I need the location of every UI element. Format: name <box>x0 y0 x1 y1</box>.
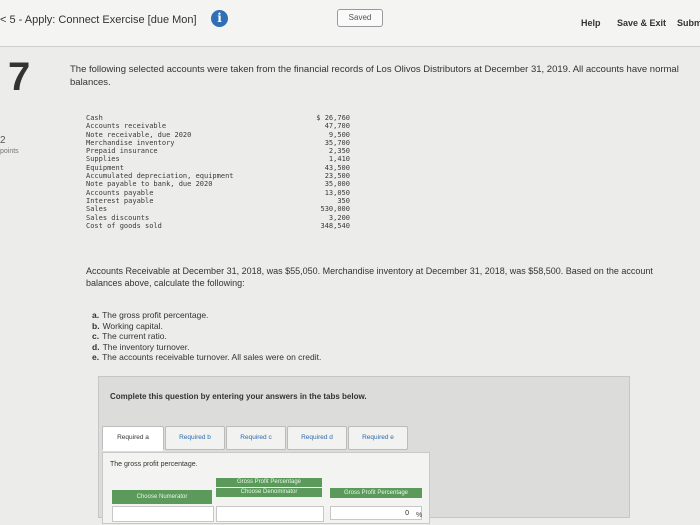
account-row: Accounts payable 13,050 <box>86 189 350 197</box>
tab-required-c[interactable]: Required c <box>226 426 286 450</box>
account-name: Accumulated depreciation, equipment <box>86 172 234 181</box>
question-intro: The following selected accounts were tak… <box>70 64 679 88</box>
requirement-text: The current ratio. <box>102 331 167 341</box>
assignment-breadcrumb[interactable]: < 5 - Apply: Connect Exercise [due Mon] <box>0 14 197 26</box>
account-row: Note receivable, due 2020 9,500 <box>86 131 350 139</box>
accounts-table: Cash $ 26,760 Accounts receivable 47,700 Not… <box>86 114 350 230</box>
save-exit-link[interactable]: Save & Exit <box>617 18 666 28</box>
submit-link[interactable]: Subm <box>677 18 700 28</box>
requirements-list: a. The gross profit percentage. b. Working … <box>92 310 512 363</box>
info-icon[interactable]: i <box>211 10 228 27</box>
account-row: Accounts receivable 47,700 <box>86 122 350 130</box>
account-amount: 530,000 <box>320 205 350 214</box>
tab-required-b[interactable]: Required b <box>165 426 225 450</box>
saved-status-badge: Saved <box>337 9 383 27</box>
requirement-letter: b. <box>92 320 100 331</box>
gross-profit-percentage-header: Gross Profit Percentage <box>330 488 422 498</box>
tab-required-e[interactable]: Required e <box>348 426 408 450</box>
account-name: Cost of goods sold <box>86 221 162 230</box>
gross-profit-header: Gross Profit Percentage <box>216 478 322 487</box>
gross-profit-percentage-result: 0 <box>330 506 422 520</box>
percent-sign: % <box>416 512 423 519</box>
account-row: Note payable to bank, due 2020 35,000 <box>86 180 350 188</box>
account-amount: $ 26,760 <box>316 114 350 122</box>
account-name: Accounts payable <box>86 188 154 197</box>
account-row: Equipment 43,500 <box>86 164 350 172</box>
points-value: 2 <box>0 135 6 146</box>
requirement-letter: e. <box>92 352 100 362</box>
account-amount: 47,700 <box>324 122 350 131</box>
requirement-item: b. Working capital. <box>92 321 512 332</box>
account-name: Merchandise inventory <box>86 138 175 147</box>
account-name: Sales <box>86 205 108 214</box>
help-link[interactable]: Help <box>581 18 601 28</box>
requirement-letter: d. <box>92 341 100 352</box>
points-label: points <box>0 148 19 155</box>
account-row: Supplies 1,410 <box>86 155 350 163</box>
account-row: Prepaid insurance 2,350 <box>86 147 350 155</box>
account-name: Sales discounts <box>86 213 150 222</box>
account-name: Supplies <box>86 155 120 164</box>
top-bar: < 5 - Apply: Connect Exercise [due Mon] … <box>0 0 700 47</box>
requirement-item: e. The accounts receivable turnover. All … <box>92 352 512 363</box>
requirement-text: The gross profit percentage. <box>102 310 209 320</box>
question-paragraph: Accounts Receivable at December 31, 2018… <box>86 266 653 288</box>
panel-instruction: Complete this question by entering your … <box>110 392 367 401</box>
account-row: Cash $ 26,760 <box>86 114 350 122</box>
account-amount: 1,410 <box>328 155 350 164</box>
tab-required-d[interactable]: Required d <box>287 426 347 450</box>
answer-label: The gross profit percentage. <box>110 461 198 468</box>
account-amount: 348,540 <box>320 221 350 230</box>
account-name: Cash <box>86 114 103 122</box>
account-amount: 23,500 <box>324 172 350 181</box>
account-amount: 43,500 <box>324 163 350 172</box>
requirement-item: d. The inventory turnover. <box>92 342 512 353</box>
requirement-item: c. The current ratio. <box>92 331 512 342</box>
choose-denominator-select[interactable]: Choose Denominator <box>216 488 322 497</box>
tab-required-a[interactable]: Required a <box>102 426 164 451</box>
account-name: Accounts receivable <box>86 122 167 131</box>
account-amount: 350 <box>337 196 350 205</box>
requirement-text: The inventory turnover. <box>102 341 190 352</box>
account-amount: 13,050 <box>324 188 350 197</box>
account-amount: 9,500 <box>328 130 350 139</box>
account-row: Accumulated depreciation, equipment 23,50… <box>86 172 350 180</box>
requirement-letter: c. <box>92 331 100 341</box>
account-row: Sales 530,000 <box>86 205 350 213</box>
account-amount: 3,200 <box>328 213 350 222</box>
requirement-letter: a. <box>92 310 100 320</box>
account-name: Equipment <box>86 163 124 172</box>
account-name: Interest payable <box>86 196 154 205</box>
requirement-item: a. The gross profit percentage. <box>92 310 512 321</box>
account-amount: 35,700 <box>324 138 350 147</box>
account-row: Sales discounts 3,200 <box>86 214 350 222</box>
account-row: Cost of goods sold 348,540 <box>86 222 350 230</box>
account-name: Prepaid insurance <box>86 147 158 156</box>
requirement-text: Working capital. <box>102 320 163 331</box>
account-amount: 35,000 <box>324 180 350 189</box>
question-number: 7 <box>8 55 31 99</box>
account-name: Note receivable, due 2020 <box>86 130 192 139</box>
choose-numerator-select[interactable]: Choose Numerator <box>112 490 212 504</box>
numerator-input[interactable] <box>112 506 214 522</box>
denominator-input[interactable] <box>216 506 324 522</box>
account-row: Interest payable 350 <box>86 197 350 205</box>
account-row: Merchandise inventory 35,700 <box>86 139 350 147</box>
account-name: Note payable to bank, due 2020 <box>86 180 213 189</box>
account-amount: 2,350 <box>328 147 350 156</box>
requirement-text: The accounts receivable turnover. All sa… <box>102 352 322 362</box>
